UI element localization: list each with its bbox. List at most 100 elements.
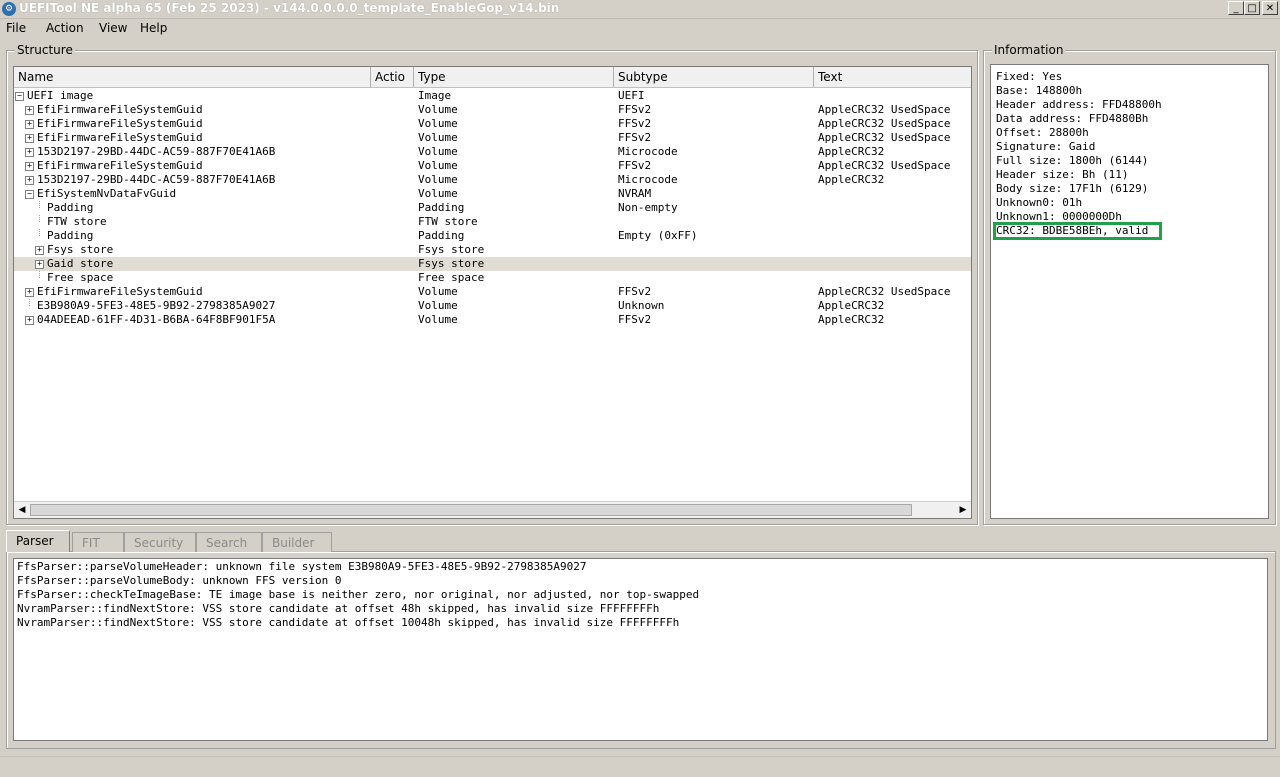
tree-row[interactable]: − EfiSystemNvDataFvGuid Volume NVRAM [14,187,971,201]
tree-row[interactable]: FTW store FTW store [14,215,971,229]
info-line: Offset: 28800h [996,126,1089,139]
scroll-thumb[interactable] [30,504,912,516]
tree-cell-subtype: FFSv2 [618,117,652,130]
expand-icon[interactable]: + [25,288,34,297]
info-line: Header size: Bh (11) [996,168,1129,181]
parser-log[interactable]: FfsParser::parseVolumeHeader: unknown fi… [13,558,1268,741]
tree-cell-subtype: Non-empty [618,201,678,214]
tree-row[interactable]: + EfiFirmwareFileSystemGuid Volume FFSv2 App… [14,103,971,117]
expand-icon[interactable]: + [25,316,34,325]
minimize-button[interactable]: _ [1228,1,1244,15]
tab-parser[interactable]: Parser [6,530,70,552]
expand-icon[interactable]: + [25,120,34,129]
expand-icon[interactable]: + [25,106,34,115]
scroll-right-icon[interactable]: ▶ [955,502,971,518]
tree-row[interactable]: Free space Free space [14,271,971,285]
tree-row[interactable]: + EfiFirmwareFileSystemGuid Volume FFSv2 App… [14,159,971,173]
tree-cell-type: Volume [418,145,458,158]
tree-cell-name: Padding [47,229,94,242]
tree-cell-subtype: Empty (0xFF) [618,229,698,242]
tree-cell-type: Volume [418,285,458,298]
tree-cell-type: Volume [418,117,458,130]
expand-icon[interactable]: + [25,134,34,143]
tree-cell-name: UEFI image [27,89,94,102]
tree-row[interactable]: E3B980A9-5FE3-48E5-9B92-2798385A9027 Volu… [14,299,971,313]
menu-help[interactable]: Help [140,21,167,35]
tree-cell-subtype: UEFI [618,89,645,102]
tree-cell-type: Fsys store [418,243,485,256]
tree-cell-text: AppleCRC32 [818,299,885,312]
tree-row[interactable]: + Fsys store Fsys store [14,243,971,257]
tree-connector [39,215,40,222]
horizontal-scrollbar[interactable]: ◀ ▶ [14,501,971,518]
tree-cell-name: FTW store [47,215,107,228]
tree-cell-type: Volume [418,159,458,172]
menu-action[interactable]: Action [46,21,84,35]
tree-row[interactable]: + Gaid store Fsys store [14,257,971,271]
tree-connector [39,229,40,236]
title-bar: ⚙ UEFITool NE alpha 65 (Feb 25 2023) - v… [0,0,1280,19]
column-header-subtype[interactable]: Subtype [614,67,814,87]
app-icon: ⚙ [2,2,16,16]
tree-row[interactable]: +153D2197-29BD-44DC-AC59-887F70E41A6B Vol… [14,173,971,187]
menu-file[interactable]: File [6,21,26,35]
expand-icon[interactable]: + [35,246,44,255]
tree-cell-subtype: Microcode [618,173,678,186]
log-line: NvramParser::findNextStore: VSS store ca… [17,602,660,615]
expand-icon[interactable]: + [25,162,34,171]
collapse-icon[interactable]: − [25,190,34,199]
info-line: Base: 148800h [996,84,1083,97]
tree-cell-name: EfiFirmwareFileSystemGuid [37,103,203,116]
tree-cell-text: AppleCRC32 UsedSpace [818,285,951,298]
maximize-button[interactable]: □ [1244,1,1260,15]
scroll-left-icon[interactable]: ◀ [14,502,30,518]
tree-cell-text: AppleCRC32 [818,145,885,158]
tree-connector [39,201,40,208]
tab-builder[interactable]: Builder [262,532,332,552]
structure-tree[interactable]: Name Actio Type Subtype Text − UEFI image… [13,66,972,519]
tree-cell-name: Free space [47,271,114,284]
expand-icon[interactable]: + [25,148,34,157]
information-panel[interactable]: Fixed: Yes Base: 148800h Header address: F… [990,64,1269,519]
tree-cell-name: 04ADEEAD-61FF-4D31-B6BA-64F8BF901F5A [37,313,276,326]
tree-row[interactable]: + EfiFirmwareFileSystemGuid Volume FFSv2 App… [14,117,971,131]
info-line: Fixed: Yes [996,70,1063,83]
tree-cell-type: Volume [418,131,458,144]
expand-icon[interactable]: + [25,176,34,185]
tree-row[interactable]: Padding Padding Non-empty [14,201,971,215]
tree-cell-text: AppleCRC32 UsedSpace [818,117,951,130]
tab-security[interactable]: Security [124,532,196,552]
tree-cell-name: E3B980A9-5FE3-48E5-9B92-2798385A9027 [37,299,276,312]
tree-cell-name: 153D2197-29BD-44DC-AC59-887F70E41A6B [37,173,276,186]
expand-icon[interactable]: + [35,260,44,269]
tree-cell-type: Fsys store [418,257,485,270]
tree-row[interactable]: Padding Padding Empty (0xFF) [14,229,971,243]
tab-search[interactable]: Search [196,532,262,552]
column-header-action[interactable]: Actio [371,67,414,87]
tree-row[interactable]: +04ADEEAD-61FF-4D31-B6BA-64F8BF901F5A Vol… [14,313,971,327]
close-button[interactable]: ✕ [1262,1,1278,15]
tree-row[interactable]: + EfiFirmwareFileSystemGuid Volume FFSv2 App… [14,131,971,145]
tree-cell-name: EfiFirmwareFileSystemGuid [37,285,203,298]
tree-cell-name: Gaid store [47,257,114,270]
tree-header: Name Actio Type Subtype Text [14,67,971,88]
tree-cell-name: EfiFirmwareFileSystemGuid [37,159,203,172]
collapse-icon[interactable]: − [15,92,24,101]
column-header-type[interactable]: Type [414,67,614,87]
info-line: Data address: FFD4880Bh [996,112,1149,125]
column-header-name[interactable]: Name [14,67,371,87]
tree-cell-name: EfiSystemNvDataFvGuid [37,187,177,200]
tree-cell-type: Padding [418,201,465,214]
tree-cell-name: Padding [47,201,94,214]
menu-view[interactable]: View [99,21,127,35]
column-header-text[interactable]: Text [814,67,971,87]
tree-row[interactable]: + EfiFirmwareFileSystemGuid Volume FFSv2 App… [14,285,971,299]
tree-row[interactable]: +153D2197-29BD-44DC-AC59-887F70E41A6B Vol… [14,145,971,159]
status-bar [0,756,1280,777]
tree-cell-type: FTW store [418,215,478,228]
menu-bar: File Action View Help [0,18,1280,38]
tree-cell-type: Volume [418,103,458,116]
tree-cell-text: AppleCRC32 UsedSpace [818,159,951,172]
tree-row[interactable]: − UEFI image Image UEFI [14,89,971,103]
tab-fit[interactable]: FIT [72,532,124,552]
